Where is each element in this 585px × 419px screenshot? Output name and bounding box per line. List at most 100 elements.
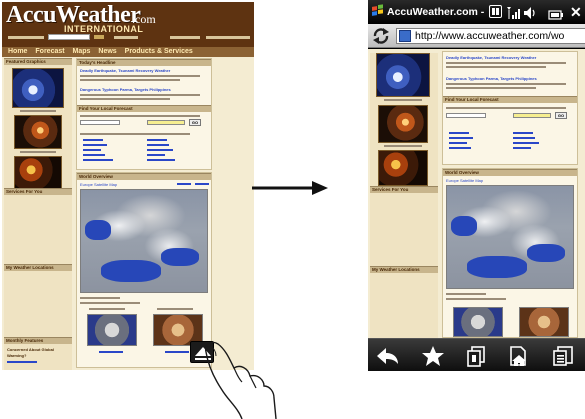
tabs-icon[interactable] <box>461 344 491 368</box>
page-background: Services For You My Weather Locations De… <box>368 49 585 338</box>
hand-gesture-icon <box>204 341 277 419</box>
header-link[interactable] <box>206 36 250 39</box>
featured-graphic-3[interactable] <box>14 156 62 190</box>
featured-graphic-1[interactable] <box>376 53 430 97</box>
region-link[interactable] <box>83 159 113 161</box>
small-map-caption <box>157 308 193 310</box>
featured-caption <box>384 145 422 147</box>
overview-link[interactable] <box>177 183 191 185</box>
headline-summary <box>446 87 536 89</box>
map-caption <box>80 297 120 299</box>
small-satellite-map[interactable] <box>87 314 137 346</box>
featured-graphics-heading: Featured Graphics <box>4 58 72 65</box>
nav-maps[interactable]: Maps <box>73 48 91 55</box>
forecast-location-input[interactable] <box>80 120 120 125</box>
small-map-link[interactable] <box>99 351 123 353</box>
region-link[interactable] <box>83 144 107 146</box>
headline-summary <box>80 94 200 96</box>
nav-products-services[interactable]: Products & Services <box>125 48 193 55</box>
forecast-instructions <box>80 115 200 117</box>
monthly-feature-link[interactable] <box>7 361 37 363</box>
left-page-screenshot: AccuWeather .com INTERNATIONAL Home Fore… <box>2 2 254 370</box>
headline-link-2[interactable]: Dangerous Typhoon Parma, Targets Philipp… <box>446 76 537 81</box>
forecast-city-input[interactable] <box>513 113 551 118</box>
featured-graphic-1[interactable] <box>12 68 64 108</box>
region-link[interactable] <box>83 139 103 141</box>
region-link[interactable] <box>147 154 165 156</box>
menu-icon[interactable] <box>548 344 578 368</box>
right-column <box>215 58 252 370</box>
europe-satellite-map[interactable] <box>80 189 208 293</box>
headline-summary <box>80 98 170 100</box>
small-satellite-map[interactable] <box>453 307 503 337</box>
map-sea-region <box>85 220 111 240</box>
left-column: Featured Graphics Services For You My We… <box>4 58 72 370</box>
phone-headline-panel: Deadly Earthquake, Tsunami Recovery Weat… <box>442 51 578 165</box>
monthly-feature-text: Warming? <box>7 353 27 358</box>
region-link[interactable] <box>147 159 175 161</box>
featured-graphic-2[interactable] <box>378 105 428 143</box>
site-header: AccuWeather .com INTERNATIONAL <box>2 2 254 47</box>
headline-link-1[interactable]: Deadly Earthquake, Tsunami Recovery Weat… <box>446 55 536 60</box>
region-link[interactable] <box>83 149 101 151</box>
favorites-star-icon[interactable] <box>418 344 448 368</box>
region-link[interactable] <box>449 132 469 134</box>
region-link[interactable] <box>449 142 467 144</box>
find-forecast-heading: Find Your Local Forecast <box>77 105 211 112</box>
region-link[interactable] <box>449 147 471 149</box>
page-favicon-icon <box>399 30 411 42</box>
forecast-city-input[interactable] <box>147 120 185 125</box>
nav-forecast[interactable]: Forecast <box>35 48 64 55</box>
region-link[interactable] <box>513 142 539 144</box>
small-map-link[interactable] <box>165 351 189 353</box>
nav-news[interactable]: News <box>98 48 116 55</box>
nav-home[interactable]: Home <box>8 48 27 55</box>
close-icon[interactable]: ✕ <box>570 0 582 24</box>
headline-link-1[interactable]: Deadly Earthquake, Tsunami Recovery Weat… <box>80 68 170 73</box>
region-link[interactable] <box>449 137 473 139</box>
forecast-instructions <box>446 107 566 109</box>
forecast-go-button[interactable]: GO <box>189 119 201 126</box>
phone-bottom-toolbar <box>368 338 585 371</box>
headline-summary <box>80 79 180 81</box>
refresh-icon[interactable] <box>371 27 391 50</box>
url-text: http://www.accuweather.com/wo <box>415 30 565 42</box>
header-link[interactable] <box>114 36 138 39</box>
headline-panel: Today's Headline Deadly Earthquake, Tsun… <box>76 58 212 170</box>
headline-summary <box>446 66 546 68</box>
local-forecast-label <box>8 36 44 39</box>
region-link[interactable] <box>147 149 173 151</box>
map-caption <box>446 293 486 295</box>
map-sea-region <box>527 244 565 262</box>
europe-satellite-link[interactable]: Europe Satellite Map <box>446 178 483 183</box>
small-satellite-map[interactable] <box>519 307 569 337</box>
home-page-icon[interactable] <box>504 344 534 368</box>
region-link[interactable] <box>513 137 535 139</box>
url-input[interactable]: http://www.accuweather.com/wo <box>396 28 585 44</box>
world-overview-heading: World Overview <box>77 173 211 180</box>
header-search-input[interactable] <box>48 34 90 40</box>
headline-summary <box>80 75 200 77</box>
find-forecast-heading: Find Your Local Forecast <box>443 96 577 103</box>
headline-link-2[interactable]: Dangerous Typhoon Parma, Targets Philipp… <box>80 87 171 92</box>
region-link[interactable] <box>147 144 169 146</box>
header-go-button[interactable] <box>94 35 104 39</box>
screen-switch-icon[interactable] <box>489 5 502 18</box>
region-link[interactable] <box>83 154 105 156</box>
featured-graphic-3[interactable] <box>378 150 428 186</box>
header-link[interactable] <box>170 36 200 39</box>
europe-satellite-map[interactable] <box>446 185 574 289</box>
monthly-features-heading: Monthly Features <box>4 337 72 344</box>
featured-graphic-2[interactable] <box>14 115 62 149</box>
map-sea-region <box>451 216 477 236</box>
region-link[interactable] <box>147 139 167 141</box>
europe-satellite-link[interactable]: Europe Satellite Map <box>80 182 117 187</box>
services-heading: Services For You <box>4 188 72 195</box>
overview-link[interactable] <box>195 183 209 185</box>
region-link[interactable] <box>513 147 531 149</box>
forecast-go-button[interactable]: GO <box>555 112 567 119</box>
back-icon[interactable] <box>372 344 402 368</box>
region-link[interactable] <box>513 132 533 134</box>
forecast-location-input[interactable] <box>446 113 486 118</box>
featured-caption <box>20 110 56 112</box>
